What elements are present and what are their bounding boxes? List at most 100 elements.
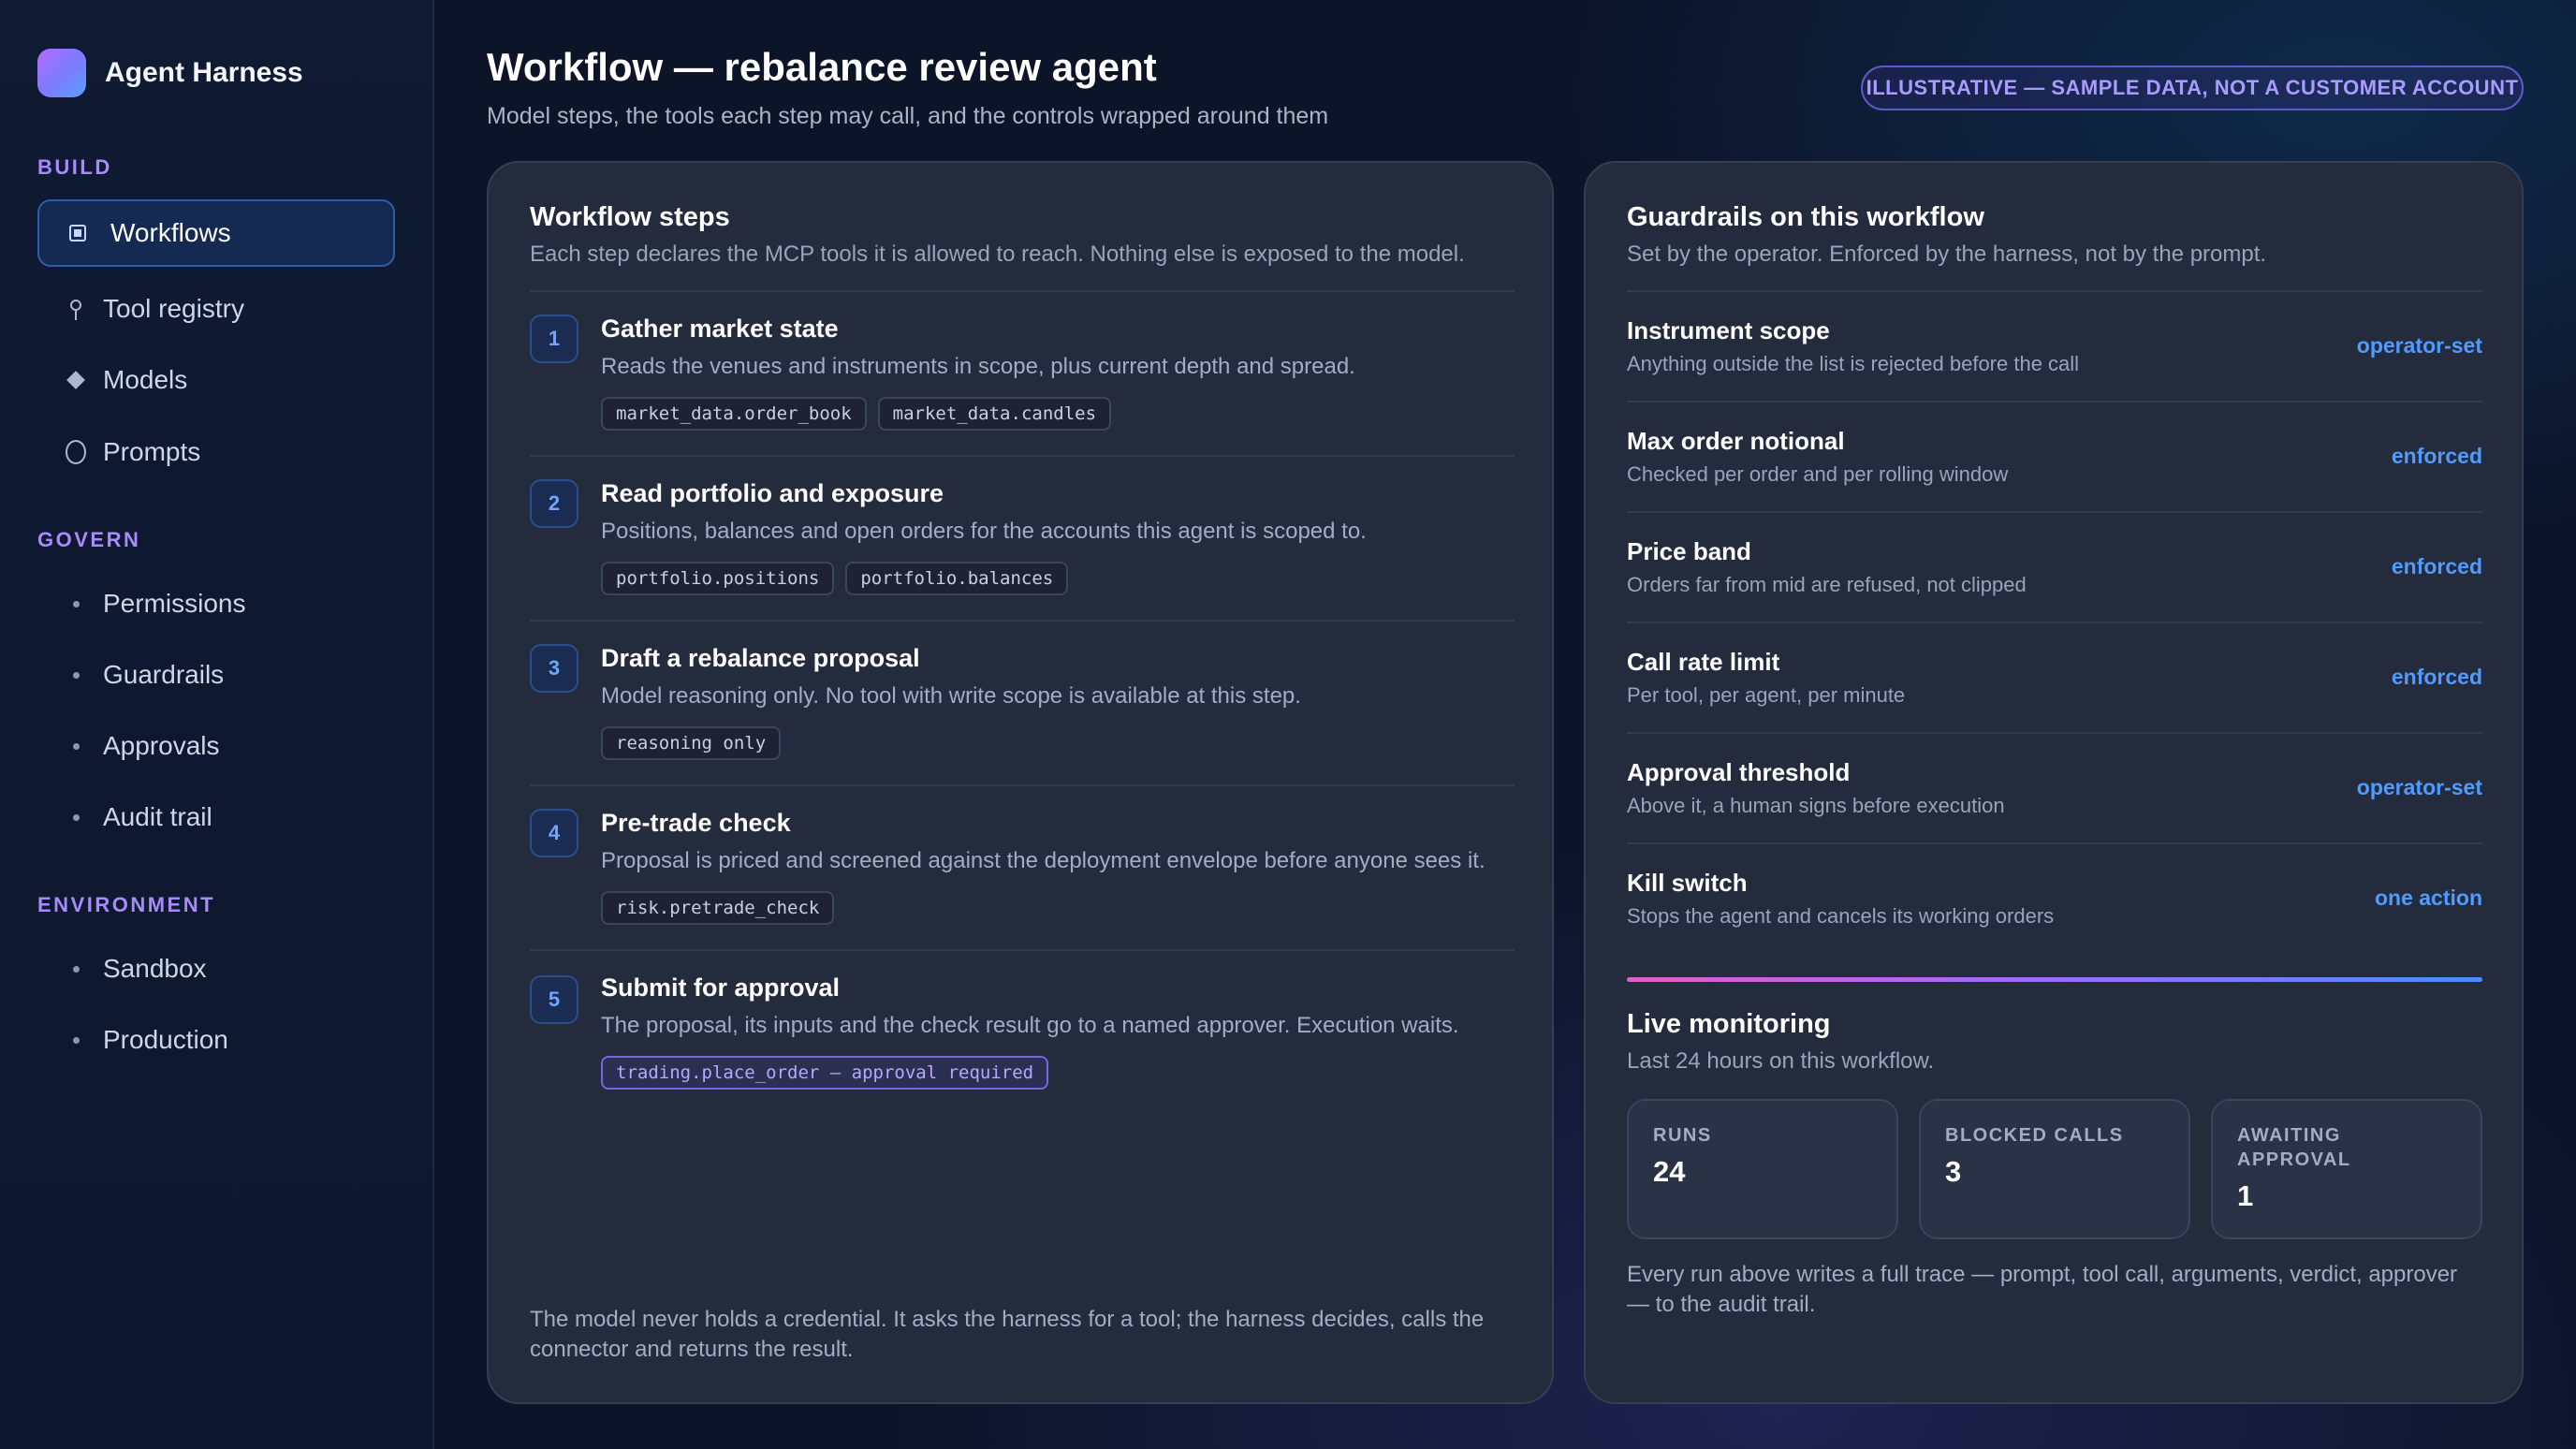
guardrail-status: enforced: [2391, 554, 2482, 578]
guardrail-title: Price band: [1627, 537, 1751, 565]
guardrail-status: operator-set: [2356, 775, 2482, 799]
step-number: 5: [530, 975, 578, 1024]
dot-icon: [66, 1030, 86, 1050]
dot-icon: [66, 807, 86, 827]
sample-data-badge: ILLUSTRATIVE — SAMPLE DATA, NOT A CUSTOM…: [1861, 66, 2524, 110]
guardrail-description: Stops the agent and cancels its working …: [1627, 904, 2055, 928]
guardrail-title: Call rate limit: [1627, 648, 1780, 676]
guardrail-description: Orders far from mid are refused, not cli…: [1627, 573, 2027, 596]
step-title: Draft a rebalance proposal: [601, 644, 920, 672]
stat-value: 3: [1945, 1155, 1962, 1188]
sidebar: Agent Harness BUILD Workflows Tool regis…: [0, 0, 434, 1449]
guardrail-status: enforced: [2391, 665, 2482, 689]
guardrail-row[interactable]: Instrument scope Anything outside the li…: [1627, 290, 2482, 401]
guardrail-title: Approval threshold: [1627, 758, 1851, 786]
sidebar-item-approvals[interactable]: Approvals: [37, 712, 395, 780]
sidebar-item-permissions[interactable]: Permissions: [37, 570, 395, 637]
panel-description: Set by the operator. Enforced by the har…: [1627, 242, 2267, 267]
step-title: Pre-trade check: [601, 809, 791, 837]
app-name: Agent Harness: [105, 57, 303, 88]
panel-title: Guardrails on this workflow: [1627, 202, 1984, 232]
section-divider: [1627, 977, 2482, 982]
tool-chips: reasoning only: [601, 726, 782, 760]
guardrail-status[interactable]: one action: [2375, 886, 2482, 911]
guardrail-description: Above it, a human signs before execution: [1627, 794, 2005, 817]
stat-label: RUNS: [1653, 1125, 1712, 1146]
tool-chip[interactable]: risk.pretrade_check: [601, 891, 835, 925]
stat-value: 1: [2237, 1179, 2254, 1212]
guardrail-title: Kill switch: [1627, 869, 1748, 897]
tool-chip[interactable]: portfolio.balances: [845, 562, 1069, 595]
audit-trail-note: Every run above writes a full trace — pr…: [1627, 1262, 2458, 1317]
guardrail-row[interactable]: Price band Orders far from mid are refus…: [1627, 511, 2482, 622]
monitoring-description: Last 24 hours on this workflow.: [1627, 1048, 1935, 1074]
stat-label: AWAITING APPROVAL: [2237, 1125, 2351, 1170]
workflow-step[interactable]: 3 Draft a rebalance proposal Model reaso…: [530, 620, 1515, 784]
stat-label: BLOCKED CALLS: [1945, 1125, 2124, 1146]
approval-required-tool-chip[interactable]: trading.place_order — approval required: [601, 1056, 1049, 1090]
brand[interactable]: Agent Harness: [37, 49, 303, 97]
guardrail-status: operator-set: [2356, 333, 2482, 358]
sidebar-item-production[interactable]: Production: [37, 1006, 395, 1074]
sidebar-item-guardrails[interactable]: Guardrails: [37, 641, 395, 709]
panel-title: Workflow steps: [530, 202, 730, 232]
step-number: 1: [530, 315, 578, 363]
step-title: Read portfolio and exposure: [601, 479, 944, 507]
guardrail-row[interactable]: Call rate limit Per tool, per agent, per…: [1627, 622, 2482, 732]
guardrail-row[interactable]: Max order notional Checked per order and…: [1627, 401, 2482, 511]
tool-chip[interactable]: market_data.candles: [877, 397, 1112, 431]
step-description: Reads the venues and instruments in scop…: [601, 354, 1355, 379]
workflow-steps-panel: Workflow steps Each step declares the MC…: [487, 161, 1554, 1404]
stat-value: 24: [1653, 1155, 1686, 1188]
section-label-build: BUILD: [37, 155, 112, 179]
workflow-step[interactable]: 4 Pre-trade check Proposal is priced and…: [530, 784, 1515, 949]
step-title: Submit for approval: [601, 973, 841, 1002]
section-label-govern: GOVERN: [37, 528, 141, 551]
guardrail-title: Instrument scope: [1627, 316, 1830, 344]
circle-icon: [66, 440, 86, 464]
guardrails-panel: Guardrails on this workflow Set by the o…: [1584, 161, 2524, 1404]
stat-card-blocked-calls[interactable]: BLOCKED CALLS 3: [1919, 1099, 2190, 1239]
step-description: Proposal is priced and screened against …: [601, 848, 1486, 873]
tool-chip[interactable]: portfolio.positions: [601, 562, 835, 595]
sidebar-item-prompts[interactable]: Prompts: [37, 418, 395, 486]
tool-chip[interactable]: reasoning only: [601, 726, 782, 760]
sidebar-item-label: Production: [103, 1025, 228, 1054]
page-subtitle: Model steps, the tools each step may cal…: [487, 103, 1329, 129]
workflow-step[interactable]: 5 Submit for approval The proposal, its …: [530, 949, 1515, 1114]
sidebar-item-label: Sandbox: [103, 954, 207, 983]
guardrail-row-kill-switch[interactable]: Kill switch Stops the agent and cancels …: [1627, 842, 2482, 953]
pin-icon: [66, 299, 86, 320]
sidebar-item-tool-registry[interactable]: Tool registry: [37, 275, 395, 343]
sidebar-item-label: Tool registry: [103, 294, 244, 323]
guardrail-description: Checked per order and per rolling window: [1627, 462, 2009, 486]
sidebar-item-label: Prompts: [103, 437, 201, 466]
sidebar-item-audit-trail[interactable]: Audit trail: [37, 783, 395, 851]
guardrail-title: Max order notional: [1627, 427, 1845, 455]
tool-chip[interactable]: market_data.order_book: [601, 397, 867, 431]
workflow-step[interactable]: 1 Gather market state Reads the venues a…: [530, 290, 1515, 455]
step-number: 2: [530, 479, 578, 528]
step-title: Gather market state: [601, 315, 839, 343]
monitoring-title: Live monitoring: [1627, 1009, 1831, 1039]
step-description: Model reasoning only. No tool with write…: [601, 683, 1301, 709]
sidebar-item-models[interactable]: Models: [37, 346, 395, 414]
sidebar-item-workflows[interactable]: Workflows: [37, 199, 395, 267]
sidebar-item-label: Audit trail: [103, 802, 212, 831]
guardrail-description: Anything outside the list is rejected be…: [1627, 352, 2080, 375]
guardrail-description: Per tool, per agent, per minute: [1627, 683, 1906, 707]
sidebar-item-label: Approvals: [103, 731, 220, 760]
tool-chips: portfolio.positions portfolio.balances: [601, 562, 1069, 595]
sidebar-item-sandbox[interactable]: Sandbox: [37, 935, 395, 1003]
diamond-icon: [66, 370, 86, 390]
guardrail-row[interactable]: Approval threshold Above it, a human sig…: [1627, 732, 2482, 842]
stat-card-runs[interactable]: RUNS 24: [1627, 1099, 1898, 1239]
step-description: The proposal, its inputs and the check r…: [601, 1013, 1459, 1038]
brand-logo-icon: [37, 49, 86, 97]
workflow-step[interactable]: 2 Read portfolio and exposure Positions,…: [530, 455, 1515, 620]
step-number: 4: [530, 809, 578, 857]
sidebar-item-label: Workflows: [110, 218, 231, 247]
stat-card-awaiting-approval[interactable]: AWAITING APPROVAL 1: [2211, 1099, 2482, 1239]
dot-icon: [66, 593, 86, 614]
step-number: 3: [530, 644, 578, 693]
